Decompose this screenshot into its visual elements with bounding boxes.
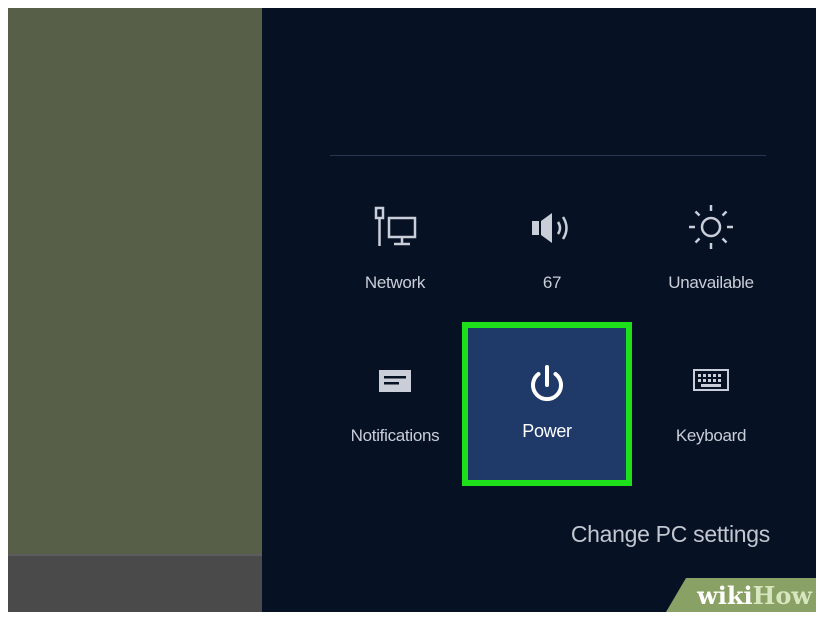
- watermark-part2: How: [752, 580, 812, 610]
- desktop-background: [8, 8, 262, 554]
- network-icon: [320, 206, 470, 250]
- notifications-icon: [320, 368, 470, 394]
- watermark-part1: wiki: [697, 580, 753, 610]
- settings-charm-panel: Network 67 Unavailable Notifications Pow…: [262, 8, 816, 612]
- screen: Network 67 Unavailable Notifications Pow…: [8, 8, 816, 612]
- keyboard-icon: [636, 368, 786, 392]
- network-label: Network: [364, 273, 426, 292]
- brightness-icon: [636, 202, 786, 252]
- wikihow-watermark: wiki How: [666, 578, 816, 612]
- taskbar: [8, 554, 262, 612]
- notifications-label: Notifications: [350, 426, 440, 445]
- brightness-tile[interactable]: Unavailable: [636, 188, 786, 318]
- power-icon: [468, 364, 626, 406]
- power-label: Power: [522, 421, 572, 441]
- keyboard-label: Keyboard: [675, 426, 747, 445]
- volume-icon: [477, 211, 627, 245]
- volume-label: 67: [542, 273, 562, 292]
- network-tile[interactable]: Network: [320, 188, 470, 318]
- power-button[interactable]: Power: [462, 322, 632, 486]
- panel-divider: [330, 155, 766, 156]
- volume-tile[interactable]: 67: [477, 188, 627, 318]
- keyboard-tile[interactable]: Keyboard: [636, 348, 786, 478]
- change-pc-settings-link[interactable]: Change PC settings: [571, 521, 770, 548]
- brightness-label: Unavailable: [668, 273, 754, 292]
- notifications-tile[interactable]: Notifications: [320, 348, 470, 478]
